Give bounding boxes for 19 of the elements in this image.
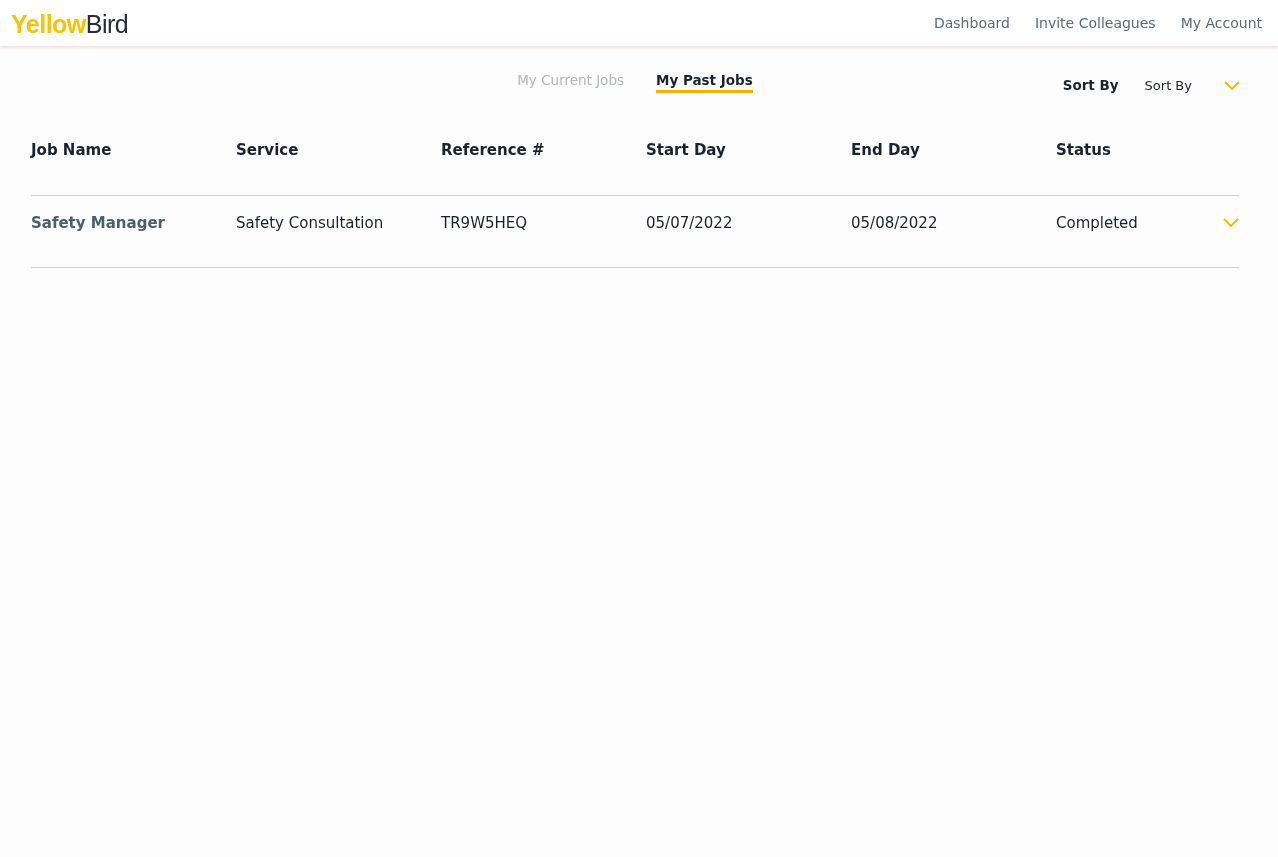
job-name-link[interactable]: Safety Manager xyxy=(31,213,236,232)
table-cell-text: TR9W5HEQ xyxy=(441,213,529,232)
column-header: Job Name xyxy=(31,141,113,159)
column-header: Status xyxy=(1056,141,1112,159)
sort-label: Sort By xyxy=(1062,77,1119,93)
nav-link[interactable]: Invite Colleagues xyxy=(1034,15,1156,31)
logo[interactable]: YellowBird xyxy=(11,7,129,39)
table-cell-text: Safety Consultation xyxy=(236,213,385,232)
table-cell-text: Completed xyxy=(1056,213,1139,232)
nav-link[interactable]: My Account xyxy=(1180,15,1262,31)
sort-dropdown[interactable]: Sort By xyxy=(1144,77,1240,93)
tab[interactable]: My Past Jobs xyxy=(656,72,753,93)
nav-link[interactable]: Dashboard xyxy=(933,15,1010,31)
column-header: Reference # xyxy=(441,141,546,159)
column-header: End Day xyxy=(851,141,921,159)
column-header: Start Day xyxy=(646,141,727,159)
table-cell-text: 05/08/2022 xyxy=(851,213,939,232)
column-header: Service xyxy=(236,141,300,159)
table-cell-text: 05/07/2022 xyxy=(646,213,734,232)
